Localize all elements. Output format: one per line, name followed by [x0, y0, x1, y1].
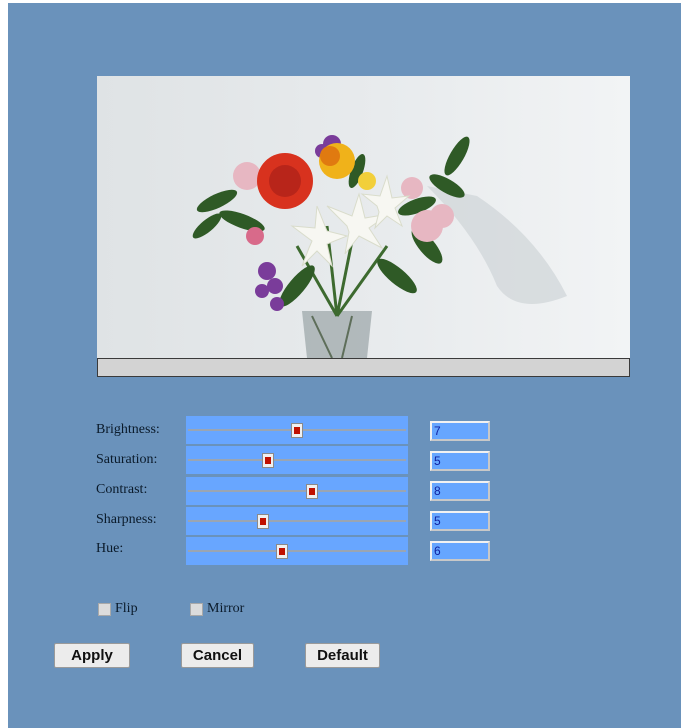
slider-thumb[interactable]: [276, 544, 288, 559]
brightness-value[interactable]: 7: [430, 421, 490, 441]
default-button[interactable]: Default: [305, 643, 380, 668]
saturation-value[interactable]: 5: [430, 451, 490, 471]
sharpness-label: Sharpness:: [96, 512, 157, 527]
sharpness-value[interactable]: 5: [430, 511, 490, 531]
slider-thumb[interactable]: [257, 514, 269, 529]
slider-track: [188, 520, 406, 522]
brightness-slider[interactable]: [186, 416, 408, 444]
flip-checkbox[interactable]: [98, 602, 111, 616]
hue-label: Hue:: [96, 541, 124, 556]
video-status-bar: [97, 358, 630, 377]
slider-thumb[interactable]: [262, 453, 274, 468]
mirror-checkbox[interactable]: [190, 602, 203, 616]
saturation-label: Saturation:: [96, 452, 158, 467]
flower-bouquet-image: [97, 76, 630, 358]
sharpness-slider[interactable]: [186, 507, 408, 535]
cancel-button[interactable]: Cancel: [181, 643, 254, 668]
saturation-slider[interactable]: [186, 446, 408, 474]
slider-track: [188, 550, 406, 552]
contrast-value[interactable]: 8: [430, 481, 490, 501]
slider-thumb[interactable]: [291, 423, 303, 438]
video-preview: [97, 76, 630, 358]
slider-thumb[interactable]: [306, 484, 318, 499]
flip-option[interactable]: Flip: [98, 600, 138, 618]
slider-track: [188, 459, 406, 461]
hue-slider[interactable]: [186, 537, 408, 565]
contrast-label: Contrast:: [96, 482, 148, 497]
brightness-label: Brightness:: [96, 422, 160, 437]
mirror-label: Mirror: [207, 601, 245, 616]
flip-label: Flip: [115, 601, 138, 616]
hue-value[interactable]: 6: [430, 541, 490, 561]
slider-track: [188, 490, 406, 492]
contrast-slider[interactable]: [186, 477, 408, 505]
mirror-option[interactable]: Mirror: [190, 600, 244, 618]
apply-button[interactable]: Apply: [54, 643, 130, 668]
